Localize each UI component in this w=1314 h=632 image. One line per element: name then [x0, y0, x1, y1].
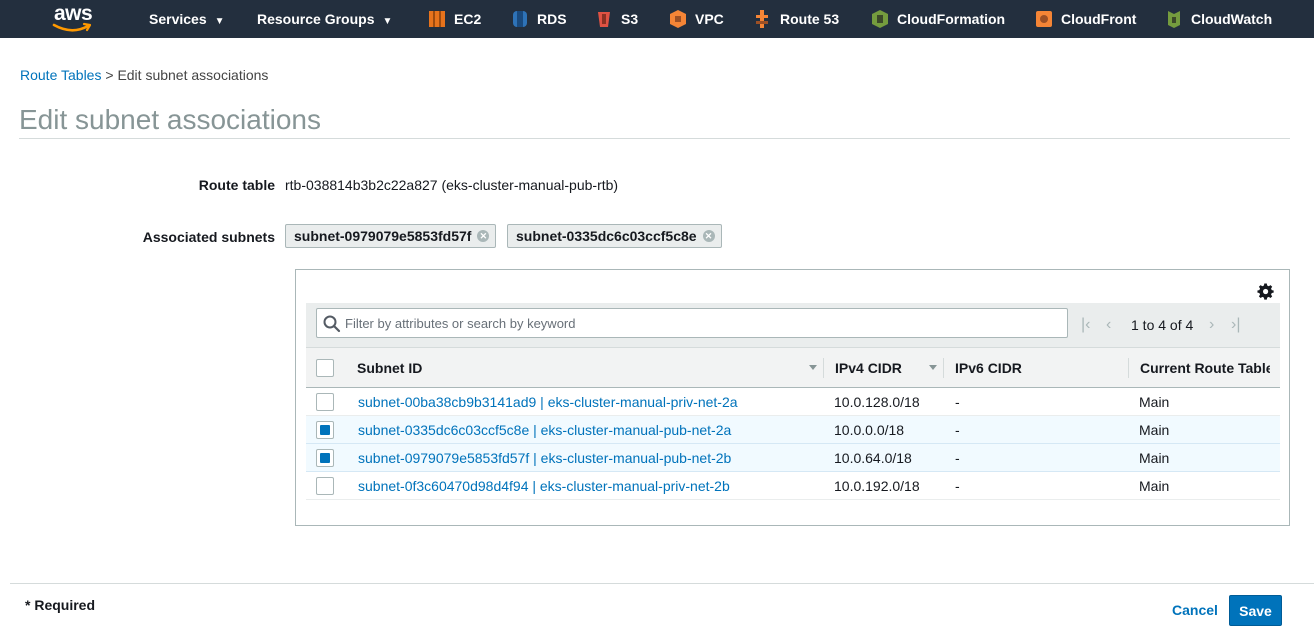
subnet-id-link[interactable]: subnet-00ba38cb9b3141ad9 | eks-cluster-m… [358, 388, 738, 416]
aws-smile-icon [52, 22, 92, 32]
page-title: Edit subnet associations [19, 104, 321, 135]
top-navigation-bar: aws Services ▼ Resource Groups ▼ EC2 RDS S… [0, 0, 1314, 38]
shortcut-label: CloudFront [1061, 11, 1137, 27]
table-row[interactable]: subnet-0335dc6c03ccf5c8e | eks-cluster-m… [306, 416, 1280, 444]
filter-bar: |‹ ‹ 1 to 4 of 4 › ›| [306, 303, 1280, 347]
shortcut-label: RDS [537, 11, 567, 27]
current-route-table: Main [1139, 478, 1170, 494]
row-checkbox[interactable] [316, 477, 334, 495]
shortcut-label: Route 53 [780, 11, 840, 27]
last-page-icon[interactable]: ›| [1231, 303, 1240, 347]
column-header-ipv4-cidr[interactable]: IPv4 CIDR [835, 348, 925, 388]
services-menu[interactable]: Services ▼ [149, 0, 225, 38]
search-input[interactable] [345, 312, 1061, 334]
shortcut-label: EC2 [454, 11, 482, 27]
chevron-down-icon: ▼ [382, 16, 393, 27]
chevron-down-icon: ▼ [214, 16, 225, 27]
breadcrumb: Route Tables > Edit subnet associations [20, 67, 268, 83]
ipv4-cidr: 10.0.0.0/18 [834, 422, 905, 438]
ipv4-cidr: 10.0.192.0/18 [834, 478, 920, 494]
route-table-label: Route table [198, 177, 275, 193]
gear-icon[interactable] [1257, 283, 1275, 301]
column-divider [943, 358, 944, 378]
table-row[interactable]: subnet-0979079e5853fd57f | eks-cluster-m… [306, 444, 1280, 472]
token-label: subnet-0335dc6c03ccf5c8e [516, 228, 697, 244]
subnet-id-link[interactable]: subnet-0979079e5853fd57f | eks-cluster-m… [358, 444, 731, 472]
table-row[interactable]: subnet-0f3c60470d98d4f94 | eks-cluster-m… [306, 472, 1280, 500]
column-divider [1128, 358, 1129, 378]
vpc-icon [670, 10, 686, 28]
cancel-button[interactable]: Cancel [1172, 602, 1218, 618]
cloudfront-icon [1036, 11, 1052, 27]
column-divider [823, 358, 824, 378]
remove-token-icon[interactable]: ✕ [702, 230, 715, 242]
associated-subnet-token: subnet-0335dc6c03ccf5c8e ✕ [507, 224, 722, 248]
shortcut-label: S3 [621, 11, 639, 27]
cloudformation-icon [872, 10, 888, 28]
ipv4-cidr: 10.0.64.0/18 [834, 450, 912, 466]
row-checkbox[interactable] [316, 393, 334, 411]
breadcrumb-separator: > [105, 67, 114, 83]
associated-subnets-label: Associated subnets [142, 229, 275, 245]
resource-groups-menu[interactable]: Resource Groups ▼ [257, 0, 392, 38]
resource-groups-label: Resource Groups [257, 11, 375, 27]
next-page-icon[interactable]: › [1209, 303, 1214, 347]
search-icon [323, 315, 341, 333]
footer-divider [10, 583, 1314, 584]
subnet-id-link[interactable]: subnet-0f3c60470d98d4f94 | eks-cluster-m… [358, 472, 730, 500]
ipv6-cidr: - [955, 422, 960, 438]
subnet-id-link[interactable]: subnet-0335dc6c03ccf5c8e | eks-cluster-m… [358, 416, 731, 444]
cloudwatch-icon [1168, 11, 1180, 28]
column-header-current-route-table[interactable]: Current Route Table [1140, 348, 1270, 388]
current-route-table: Main [1139, 450, 1170, 466]
route-table-value: rtb-038814b3b2c22a827 (eks-cluster-manua… [285, 177, 619, 193]
shortcut-label: CloudWatch [1191, 11, 1273, 27]
sort-caret-icon[interactable] [929, 365, 937, 370]
previous-page-icon[interactable]: ‹ [1106, 303, 1111, 347]
associated-subnet-token: subnet-0979079e5853fd57f ✕ [285, 224, 497, 248]
save-button[interactable]: Save [1229, 595, 1282, 626]
first-page-icon[interactable]: |‹ [1081, 303, 1090, 347]
shortcut-label: CloudFormation [897, 11, 1006, 27]
required-note: * Required [25, 597, 96, 613]
current-route-table: Main [1139, 394, 1170, 410]
ipv6-cidr: - [955, 478, 960, 494]
search-box [316, 308, 1068, 338]
current-route-table: Main [1139, 422, 1170, 438]
services-label: Services [149, 11, 207, 27]
table-header: Subnet ID IPv4 CIDR IPv6 CIDR Current Ro… [306, 347, 1280, 388]
select-all-checkbox[interactable] [316, 359, 334, 377]
rds-icon [513, 11, 527, 27]
shortcut-label: VPC [695, 11, 724, 27]
token-label: subnet-0979079e5853fd57f [294, 228, 472, 244]
s3-icon [598, 12, 610, 27]
row-checkbox[interactable] [316, 449, 334, 467]
column-header-ipv6-cidr[interactable]: IPv6 CIDR [955, 348, 1105, 388]
column-header-subnet-id[interactable]: Subnet ID [357, 348, 797, 388]
table-row[interactable]: subnet-00ba38cb9b3141ad9 | eks-cluster-m… [306, 388, 1280, 416]
breadcrumb-route-tables-link[interactable]: Route Tables [20, 67, 101, 83]
ipv6-cidr: - [955, 394, 960, 410]
aws-logo[interactable]: aws [52, 2, 96, 34]
route53-icon [756, 10, 768, 28]
ec2-icon [429, 11, 445, 27]
row-checkbox[interactable] [316, 421, 334, 439]
remove-token-icon[interactable]: ✕ [477, 230, 490, 242]
title-divider [19, 138, 1290, 139]
sort-caret-icon[interactable] [809, 365, 817, 370]
subnet-table-panel: |‹ ‹ 1 to 4 of 4 › ›| Subnet ID IPv4 CID… [295, 269, 1290, 526]
breadcrumb-current: Edit subnet associations [117, 67, 269, 83]
ipv4-cidr: 10.0.128.0/18 [834, 394, 920, 410]
ipv6-cidr: - [955, 450, 960, 466]
pagination-count: 1 to 4 of 4 [1131, 317, 1194, 333]
